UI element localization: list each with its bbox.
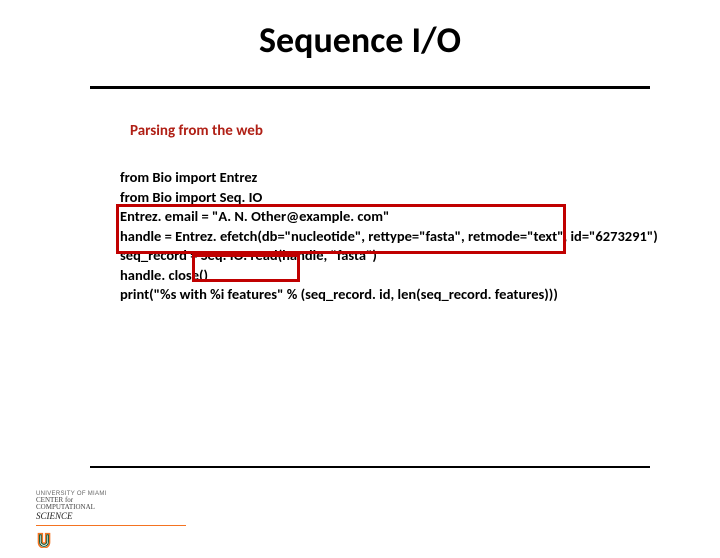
footer-branding: UNIVERSITY OF MIAMI CENTER for COMPUTATI… xyxy=(36,490,186,548)
slide-subtitle: Parsing from the web xyxy=(130,122,263,140)
title-underline xyxy=(90,86,650,89)
umiami-icon xyxy=(36,532,52,548)
highlight-box-2 xyxy=(192,254,300,282)
footer-orange-line xyxy=(36,525,186,526)
slide-title: Sequence I/O xyxy=(259,18,461,62)
u-logo xyxy=(36,532,186,548)
footer-line3: SCIENCE xyxy=(36,511,73,521)
footer-rule xyxy=(90,466,650,468)
highlight-box-1 xyxy=(116,204,566,254)
